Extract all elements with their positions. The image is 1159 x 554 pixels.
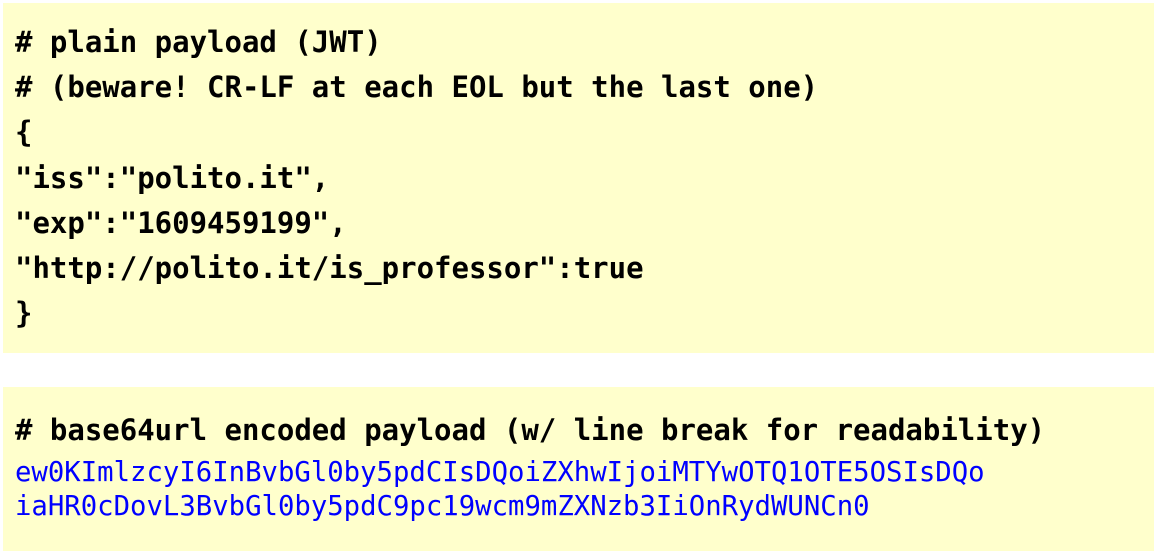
json-professor-claim: "http://polito.it/is_professor":true — [15, 251, 644, 285]
encoded-payload-block: # base64url encoded payload (w/ line bre… — [3, 387, 1154, 551]
encoded-payload-comment: # base64url encoded payload (w/ line bre… — [15, 413, 1046, 447]
json-close-brace: } — [15, 296, 33, 330]
plain-payload-comment: # plain payload (JWT) — [15, 25, 382, 59]
json-open-brace: { — [15, 115, 33, 149]
warning-comment: # (beware! CR-LF at each EOL but the las… — [15, 70, 819, 104]
encoded-payload-line-2: iaHR0cDovL3BvbGl0by5pdC9pc19wcm9mZXNzb3I… — [15, 491, 870, 522]
encoded-payload-line-1: ew0KImlzcyI6InBvbGl0by5pdCIsDQoiZXhwIjoi… — [15, 457, 985, 488]
plain-payload-block: # plain payload (JWT) # (beware! CR-LF a… — [3, 3, 1154, 353]
json-exp-claim: "exp":"1609459199", — [15, 206, 347, 240]
json-iss-claim: "iss":"polito.it", — [15, 161, 330, 195]
